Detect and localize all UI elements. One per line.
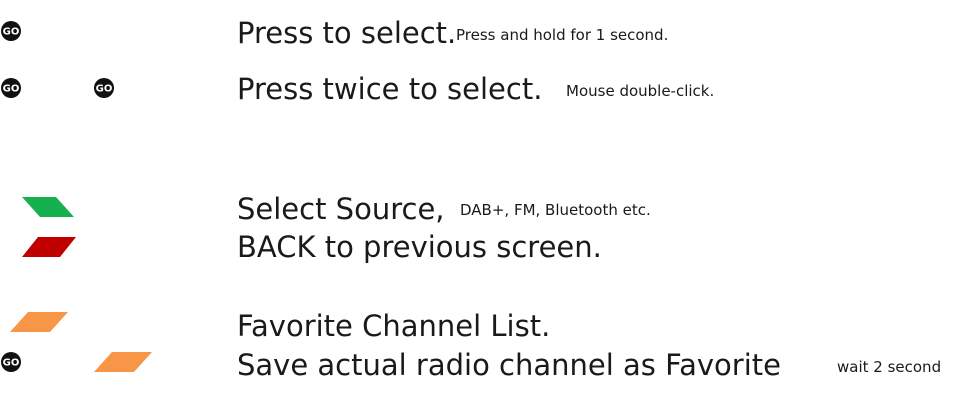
svg-text:GO: GO bbox=[3, 84, 20, 95]
legend-main-text: Select Source, bbox=[237, 192, 445, 226]
go-icon: GO bbox=[94, 78, 114, 98]
svg-text:GO: GO bbox=[3, 358, 20, 369]
red-back-icon bbox=[22, 237, 76, 257]
legend-main-text: BACK to previous screen. bbox=[237, 230, 602, 264]
go-icon: GO bbox=[1, 352, 21, 372]
orange-favorite-icon bbox=[10, 312, 68, 332]
legend-row-save-favorite: GO Save actual radio channel as Favorite… bbox=[0, 350, 956, 390]
legend-row-double-press: GO GO Press twice to select. Mouse doubl… bbox=[0, 70, 956, 110]
legend-note-text: DAB+, FM, Bluetooth etc. bbox=[460, 201, 651, 219]
svg-text:GO: GO bbox=[3, 27, 20, 38]
go-icon: GO bbox=[1, 78, 21, 98]
svg-text:GO: GO bbox=[96, 84, 113, 95]
orange-favorite-icon bbox=[94, 352, 152, 372]
legend-note-text: wait 2 second bbox=[837, 358, 942, 376]
green-select-source-icon bbox=[22, 197, 74, 217]
legend-row-favorite-list: Favorite Channel List. bbox=[0, 308, 956, 348]
legend-main-text: Save actual radio channel as Favorite bbox=[237, 348, 781, 382]
legend-row-press-select: GO Press to select. Press and hold for 1… bbox=[0, 12, 956, 52]
legend-note-text: Mouse double-click. bbox=[566, 82, 715, 100]
legend-main-text: Press to select. bbox=[237, 16, 457, 50]
legend-row-back: BACK to previous screen. bbox=[0, 225, 956, 265]
go-icon: GO bbox=[1, 21, 21, 41]
legend-main-text: Favorite Channel List. bbox=[237, 309, 551, 343]
legend-note-text: Press and hold for 1 second. bbox=[456, 26, 669, 44]
legend-row-select-source: Select Source, DAB+, FM, Bluetooth etc. bbox=[0, 186, 956, 226]
legend-main-text: Press twice to select. bbox=[237, 72, 543, 106]
